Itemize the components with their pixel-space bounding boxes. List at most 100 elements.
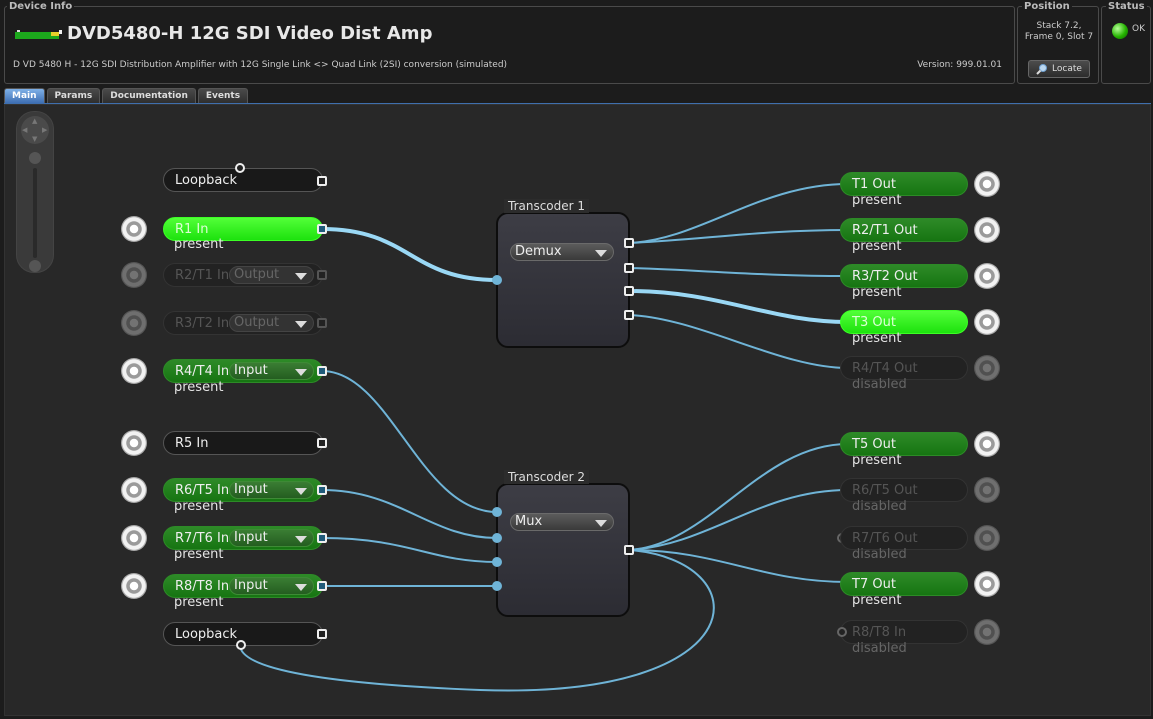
input-r8-label: R8/T8 In xyxy=(175,579,230,594)
input-r7-mode-select[interactable]: Input xyxy=(229,529,314,547)
transcoder-2-input-port-2[interactable] xyxy=(492,533,502,543)
output-t5-label: T5 Out xyxy=(852,437,896,452)
loopback-bottom-label: Loopback xyxy=(175,627,238,642)
zoom-out-icon[interactable] xyxy=(29,260,41,272)
tab-params[interactable]: Params xyxy=(46,88,101,103)
loopback-bottom-out-port[interactable] xyxy=(317,629,327,639)
input-r1-label: R1 In xyxy=(175,222,209,237)
bnc-r3t2-icon xyxy=(974,263,1000,289)
transcoder-2-input-port-3[interactable] xyxy=(492,557,502,567)
output-t5-status: present xyxy=(852,453,902,468)
loopback-top-out-port[interactable] xyxy=(317,176,327,186)
input-r7-label: R7/T6 In xyxy=(175,531,230,546)
transcoder-2-title: Transcoder 2 xyxy=(504,470,590,484)
input-r8-mode-value: Input xyxy=(234,578,268,593)
transcoder-2-out-port[interactable] xyxy=(624,545,634,555)
input-r4-mode-value: Input xyxy=(234,363,268,378)
input-r1-port[interactable] xyxy=(317,224,327,234)
output-t1-status: present xyxy=(852,193,902,208)
output-r7t6-label: R7/T6 Out xyxy=(852,531,918,546)
bnc-r8t8-icon xyxy=(974,619,1000,645)
position-legend: Position xyxy=(1022,1,1072,13)
bnc-t7-icon xyxy=(974,571,1000,597)
position-slot: Frame 0, Slot 7 xyxy=(1024,32,1094,42)
tab-main[interactable]: Main xyxy=(4,88,45,103)
transcoder-1-block[interactable] xyxy=(496,212,630,348)
bnc-t3-icon xyxy=(974,309,1000,335)
output-r3t2-status: present xyxy=(852,285,902,300)
transcoder-2-block[interactable] xyxy=(496,483,630,617)
input-r3-mode-select[interactable]: Output xyxy=(229,314,314,332)
output-r3t2-label: R3/T2 Out xyxy=(852,269,918,284)
bnc-r4-icon xyxy=(121,358,147,384)
input-r7-mode-value: Input xyxy=(234,530,268,545)
tab-bar: Main Params Documentation Events xyxy=(4,88,249,104)
locate-button[interactable]: Locate xyxy=(1028,60,1090,78)
transcoder-1-out-port-4[interactable] xyxy=(624,310,634,320)
status-legend: Status xyxy=(1106,1,1147,13)
pan-pad-icon[interactable]: ▲ ▼ ◀ ▶ xyxy=(21,116,49,144)
chevron-down-icon xyxy=(295,584,307,591)
input-r2-port[interactable] xyxy=(317,270,327,280)
zoom-in-icon[interactable] xyxy=(29,152,41,164)
output-r8t8-label: R8/T8 In xyxy=(852,625,907,640)
transcoder-1-out-port-3[interactable] xyxy=(624,286,634,296)
output-r8t8-port[interactable] xyxy=(837,627,847,637)
zoom-slider[interactable] xyxy=(33,168,37,258)
chevron-down-icon xyxy=(295,369,307,376)
input-r8-status: present xyxy=(174,595,224,610)
transcoder-1-mode-select[interactable]: Demux xyxy=(510,243,614,261)
output-t7-status: present xyxy=(852,593,902,608)
input-r4-label: R4/T4 In xyxy=(175,364,230,379)
transcoder-1-out-port-2[interactable] xyxy=(624,263,634,273)
transcoder-2-mode-value: Mux xyxy=(515,514,543,529)
device-version: Version: 999.01.01 xyxy=(917,60,1002,70)
tab-events[interactable]: Events xyxy=(197,88,249,103)
output-r6t5-status: disabled xyxy=(852,499,907,514)
tab-documentation[interactable]: Documentation xyxy=(102,88,196,103)
position-stack: Stack 7.2, xyxy=(1036,21,1082,31)
output-t3-status: present xyxy=(852,331,902,346)
chevron-down-icon xyxy=(595,520,607,527)
output-r2t1-label: R2/T1 Out xyxy=(852,223,918,238)
device-card-icon xyxy=(15,30,62,39)
input-r6-status: present xyxy=(174,499,224,514)
locate-label: Locate xyxy=(1052,64,1082,74)
input-r4-mode-select[interactable]: Input xyxy=(229,362,314,380)
transcoder-1-input-port[interactable] xyxy=(492,275,502,285)
input-r5-node[interactable]: R5 In xyxy=(163,431,323,455)
input-r5-port[interactable] xyxy=(317,438,327,448)
bnc-r6-icon xyxy=(121,477,147,503)
input-r6-port[interactable] xyxy=(317,485,327,495)
input-r7-port[interactable] xyxy=(317,533,327,543)
bnc-r3-icon xyxy=(121,310,147,336)
transcoder-1-mode-value: Demux xyxy=(515,244,562,259)
status-panel: Status OK xyxy=(1101,1,1151,84)
loopback-top-port[interactable] xyxy=(235,163,245,173)
input-r8-mode-select[interactable]: Input xyxy=(229,577,314,595)
output-r4t4-status: disabled xyxy=(852,377,907,392)
transcoder-2-mode-select[interactable]: Mux xyxy=(510,513,614,531)
status-text: OK xyxy=(1132,24,1145,34)
output-t7-label: T7 Out xyxy=(852,577,896,592)
input-r6-mode-value: Input xyxy=(234,482,268,497)
input-r6-mode-select[interactable]: Input xyxy=(229,481,314,499)
output-r7t6-status: disabled xyxy=(852,547,907,562)
chevron-down-icon xyxy=(295,488,307,495)
bnc-r6t5-icon xyxy=(974,477,1000,503)
transcoder-2-input-port-4[interactable] xyxy=(492,581,502,591)
zoom-control[interactable]: ▲ ▼ ◀ ▶ xyxy=(16,111,54,273)
loopback-bottom-port[interactable] xyxy=(236,640,246,650)
input-r2-label: R2/T1 In xyxy=(175,268,230,283)
input-r3-label: R3/T2 In xyxy=(175,316,230,331)
input-r3-port[interactable] xyxy=(317,318,327,328)
transcoder-1-out-port-1[interactable] xyxy=(624,238,634,248)
transcoder-2-input-port-1[interactable] xyxy=(492,507,502,517)
chevron-down-icon xyxy=(595,250,607,257)
magnifier-icon xyxy=(1036,64,1048,75)
input-r8-port[interactable] xyxy=(317,581,327,591)
device-title: DVD5480-H 12G SDI Video Dist Amp xyxy=(67,23,433,44)
input-r4-status: present xyxy=(174,380,224,395)
input-r4-port[interactable] xyxy=(317,366,327,376)
input-r2-mode-select[interactable]: Output xyxy=(229,266,314,284)
